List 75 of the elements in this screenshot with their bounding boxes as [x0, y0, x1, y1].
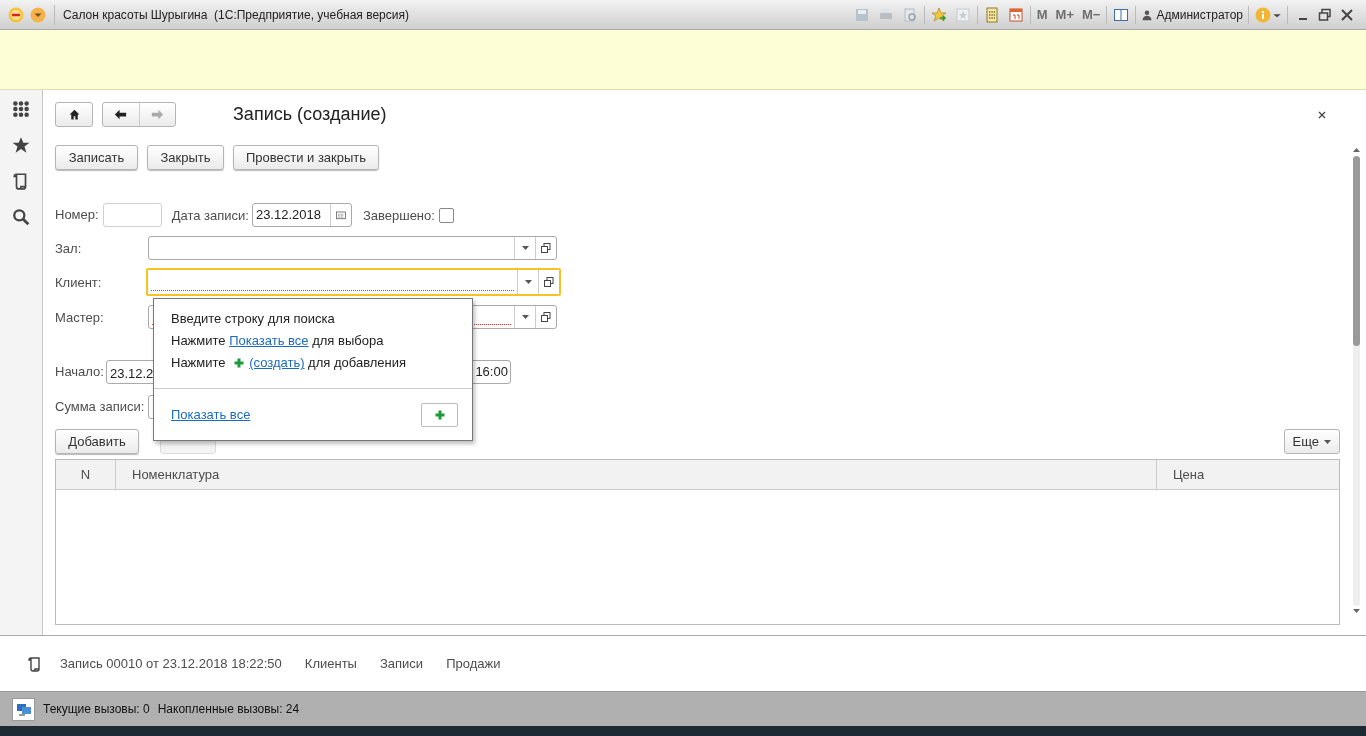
field-label: Дата записи:: [171, 208, 249, 223]
field-label: Клиент:: [55, 275, 102, 290]
command-button[interactable]: Закрыть: [147, 145, 224, 170]
forward-arrow-icon: [149, 107, 165, 122]
calendar-icon[interactable]: [1007, 6, 1024, 23]
column-header[interactable]: Цена: [1157, 460, 1339, 489]
open-icon: [541, 243, 551, 253]
network-icon[interactable]: [15, 701, 32, 717]
restore-icon[interactable]: [1317, 6, 1333, 23]
star-icon[interactable]: [12, 136, 30, 154]
field-value: 16:00: [475, 363, 509, 381]
star-page-icon[interactable]: [954, 6, 971, 23]
more-button[interactable]: Еще: [1283, 429, 1340, 454]
status-text: Накопленные вызовы: 24: [157, 701, 300, 718]
caret-icon: [521, 315, 529, 319]
field-label: Начало:: [55, 363, 104, 382]
field-label: Номер:: [55, 206, 99, 225]
panels-icon[interactable]: [1113, 6, 1130, 23]
scrollbar-thumb[interactable]: [1352, 156, 1360, 346]
footer-link[interactable]: Записи: [379, 653, 424, 674]
date-field[interactable]: 23.12.2018: [251, 203, 352, 227]
field-value: 23.12.2: [108, 366, 154, 381]
checkbox[interactable]: [438, 207, 454, 223]
popup-hint: Нажмите Показать все для выбора: [171, 330, 384, 352]
show-all-link[interactable]: Показать все: [171, 404, 251, 425]
field-label: Сумма записи:: [55, 398, 145, 417]
link[interactable]: Показать все: [229, 331, 309, 351]
command-button[interactable]: Провести и закрыть: [233, 145, 379, 170]
link[interactable]: (создать): [249, 353, 305, 373]
create-button[interactable]: [421, 402, 458, 427]
caret-icon: [521, 246, 529, 250]
add-button[interactable]: Добавить: [55, 429, 139, 454]
footer-link[interactable]: Клиенты: [304, 653, 357, 674]
reference-field[interactable]: [146, 268, 561, 296]
field-label: Зал:: [55, 241, 82, 256]
popup-hint: Введите строку для поиска: [171, 310, 335, 329]
menu-icon[interactable]: [30, 6, 46, 23]
field-label: Завершено:: [362, 208, 435, 223]
open-icon: [544, 277, 554, 287]
apps-grid-icon[interactable]: [12, 100, 30, 118]
form-title: Запись (создание): [233, 103, 387, 126]
command-button[interactable]: Записать: [55, 145, 138, 170]
calculator-icon[interactable]: [983, 6, 1000, 23]
open-icon: [541, 312, 551, 322]
memory-button[interactable]: M+: [1051, 4, 1078, 25]
footer-link[interactable]: Продажи: [446, 653, 501, 674]
home-icon: [67, 108, 81, 121]
column-header[interactable]: N: [56, 460, 116, 489]
caret-icon: [524, 280, 532, 284]
number-field[interactable]: [102, 203, 162, 227]
column-header[interactable]: Номенклатура: [116, 460, 1157, 489]
user-name[interactable]: Администратор: [1156, 5, 1243, 24]
scroll-icon: [27, 655, 43, 672]
window-title: Салон красоты Шурыгина (1С:Предприятие, учебная версия): [63, 6, 409, 24]
popup-hint: Нажмите (создать) для добавления: [171, 352, 407, 374]
status-text: Текущие вызовы: 0: [43, 701, 150, 718]
home-button[interactable]: [55, 102, 93, 127]
field-value: 23.12.2018: [254, 206, 322, 224]
plus-icon: [433, 408, 446, 421]
memory-button[interactable]: M: [1032, 4, 1052, 25]
scroll-up-icon[interactable]: [1352, 148, 1360, 152]
calendar-icon: [334, 209, 347, 221]
close-icon[interactable]: [1339, 6, 1355, 23]
footer-link[interactable]: Запись 00010 от 23.12.2018 18:22:50: [60, 653, 282, 674]
search-icon[interactable]: [12, 208, 30, 226]
back-arrow-icon: [113, 107, 129, 122]
plus-icon: [233, 357, 246, 369]
scroll-down-icon[interactable]: [1352, 609, 1360, 613]
user-icon: [1141, 8, 1154, 21]
memory-button[interactable]: M−: [1078, 4, 1105, 25]
reference-field[interactable]: [148, 236, 557, 260]
star-add-icon[interactable]: [930, 6, 947, 23]
caret-icon: [1324, 439, 1331, 444]
app-logo-icon[interactable]: [8, 6, 24, 23]
field-label: Мастер:: [55, 310, 104, 325]
